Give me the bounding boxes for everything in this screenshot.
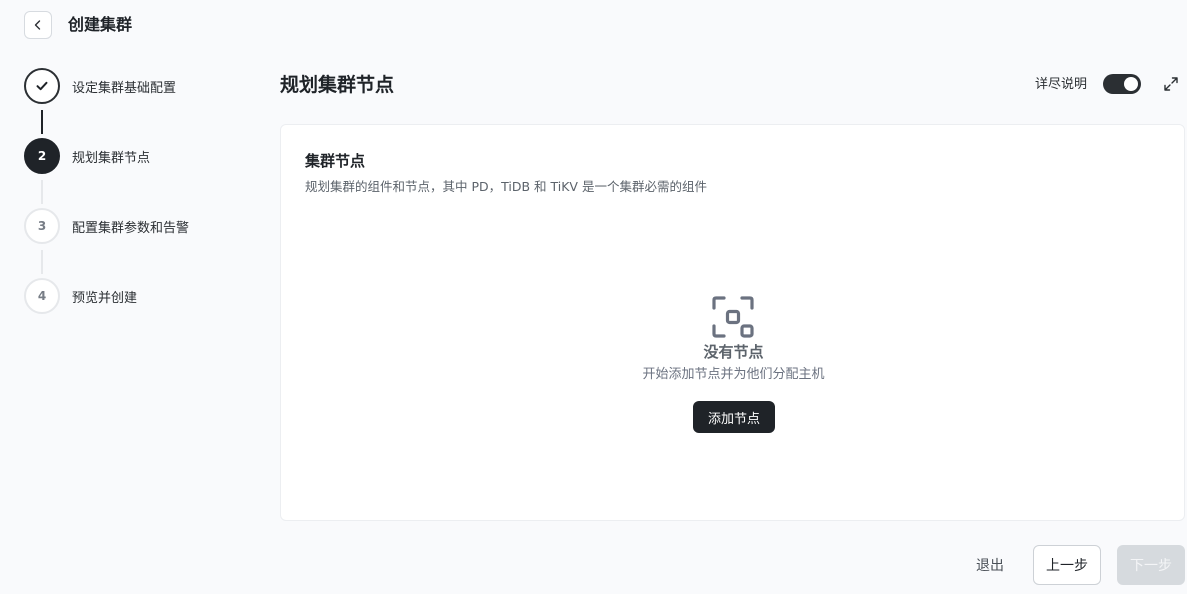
prev-step-button[interactable]: 上一步: [1033, 545, 1101, 585]
step-1-circle: [24, 68, 60, 104]
check-icon: [36, 81, 48, 91]
page-title: 创建集群: [68, 15, 133, 34]
step-preview-create: 4 预览并创建: [24, 278, 137, 314]
empty-state-title: 没有节点: [703, 343, 764, 361]
card-description: 规划集群的组件和节点，其中 PD，TiDB 和 TiKV 是一个集群必需的组件: [305, 179, 707, 194]
exit-button[interactable]: 退出: [966, 546, 1014, 584]
step-1-label: 设定集群基础配置: [72, 80, 177, 96]
step-connector-3: [41, 250, 43, 274]
nodes-empty-icon: [712, 296, 754, 338]
step-basic-config: 设定集群基础配置: [24, 68, 176, 104]
step-plan-nodes: 2 规划集群节点: [24, 138, 150, 174]
step-connector-2: [41, 180, 43, 204]
step-4-label: 预览并创建: [72, 290, 138, 306]
section-title: 规划集群节点: [280, 74, 395, 96]
next-step-button[interactable]: 下一步: [1117, 545, 1185, 585]
detail-toggle[interactable]: [1103, 74, 1141, 94]
step-2-circle: 2: [24, 138, 60, 174]
chevron-left-icon: [34, 20, 41, 30]
expand-button[interactable]: [1162, 75, 1180, 93]
step-params-alerts: 3 配置集群参数和告警: [24, 208, 189, 244]
expand-icon: [1164, 77, 1178, 91]
step-3-circle: 3: [24, 208, 60, 244]
cluster-nodes-card: 集群节点 规划集群的组件和节点，其中 PD，TiDB 和 TiKV 是一个集群必…: [280, 124, 1185, 521]
step-connector-1: [41, 110, 43, 134]
back-button[interactable]: [24, 11, 52, 39]
step-4-circle: 4: [24, 278, 60, 314]
empty-state-description: 开始添加节点并为他们分配主机: [642, 367, 825, 382]
create-cluster-page: 创建集群 设定集群基础配置 2 规划集群节点 3 配置集群参数和告警 4 预览并…: [0, 0, 1187, 594]
step-2-label: 规划集群节点: [72, 150, 151, 166]
add-node-button[interactable]: 添加节点: [693, 401, 775, 433]
toggle-knob: [1124, 77, 1138, 91]
step-3-label: 配置集群参数和告警: [72, 220, 190, 236]
detail-toggle-label: 详尽说明: [1035, 77, 1088, 92]
card-title: 集群节点: [305, 152, 366, 170]
